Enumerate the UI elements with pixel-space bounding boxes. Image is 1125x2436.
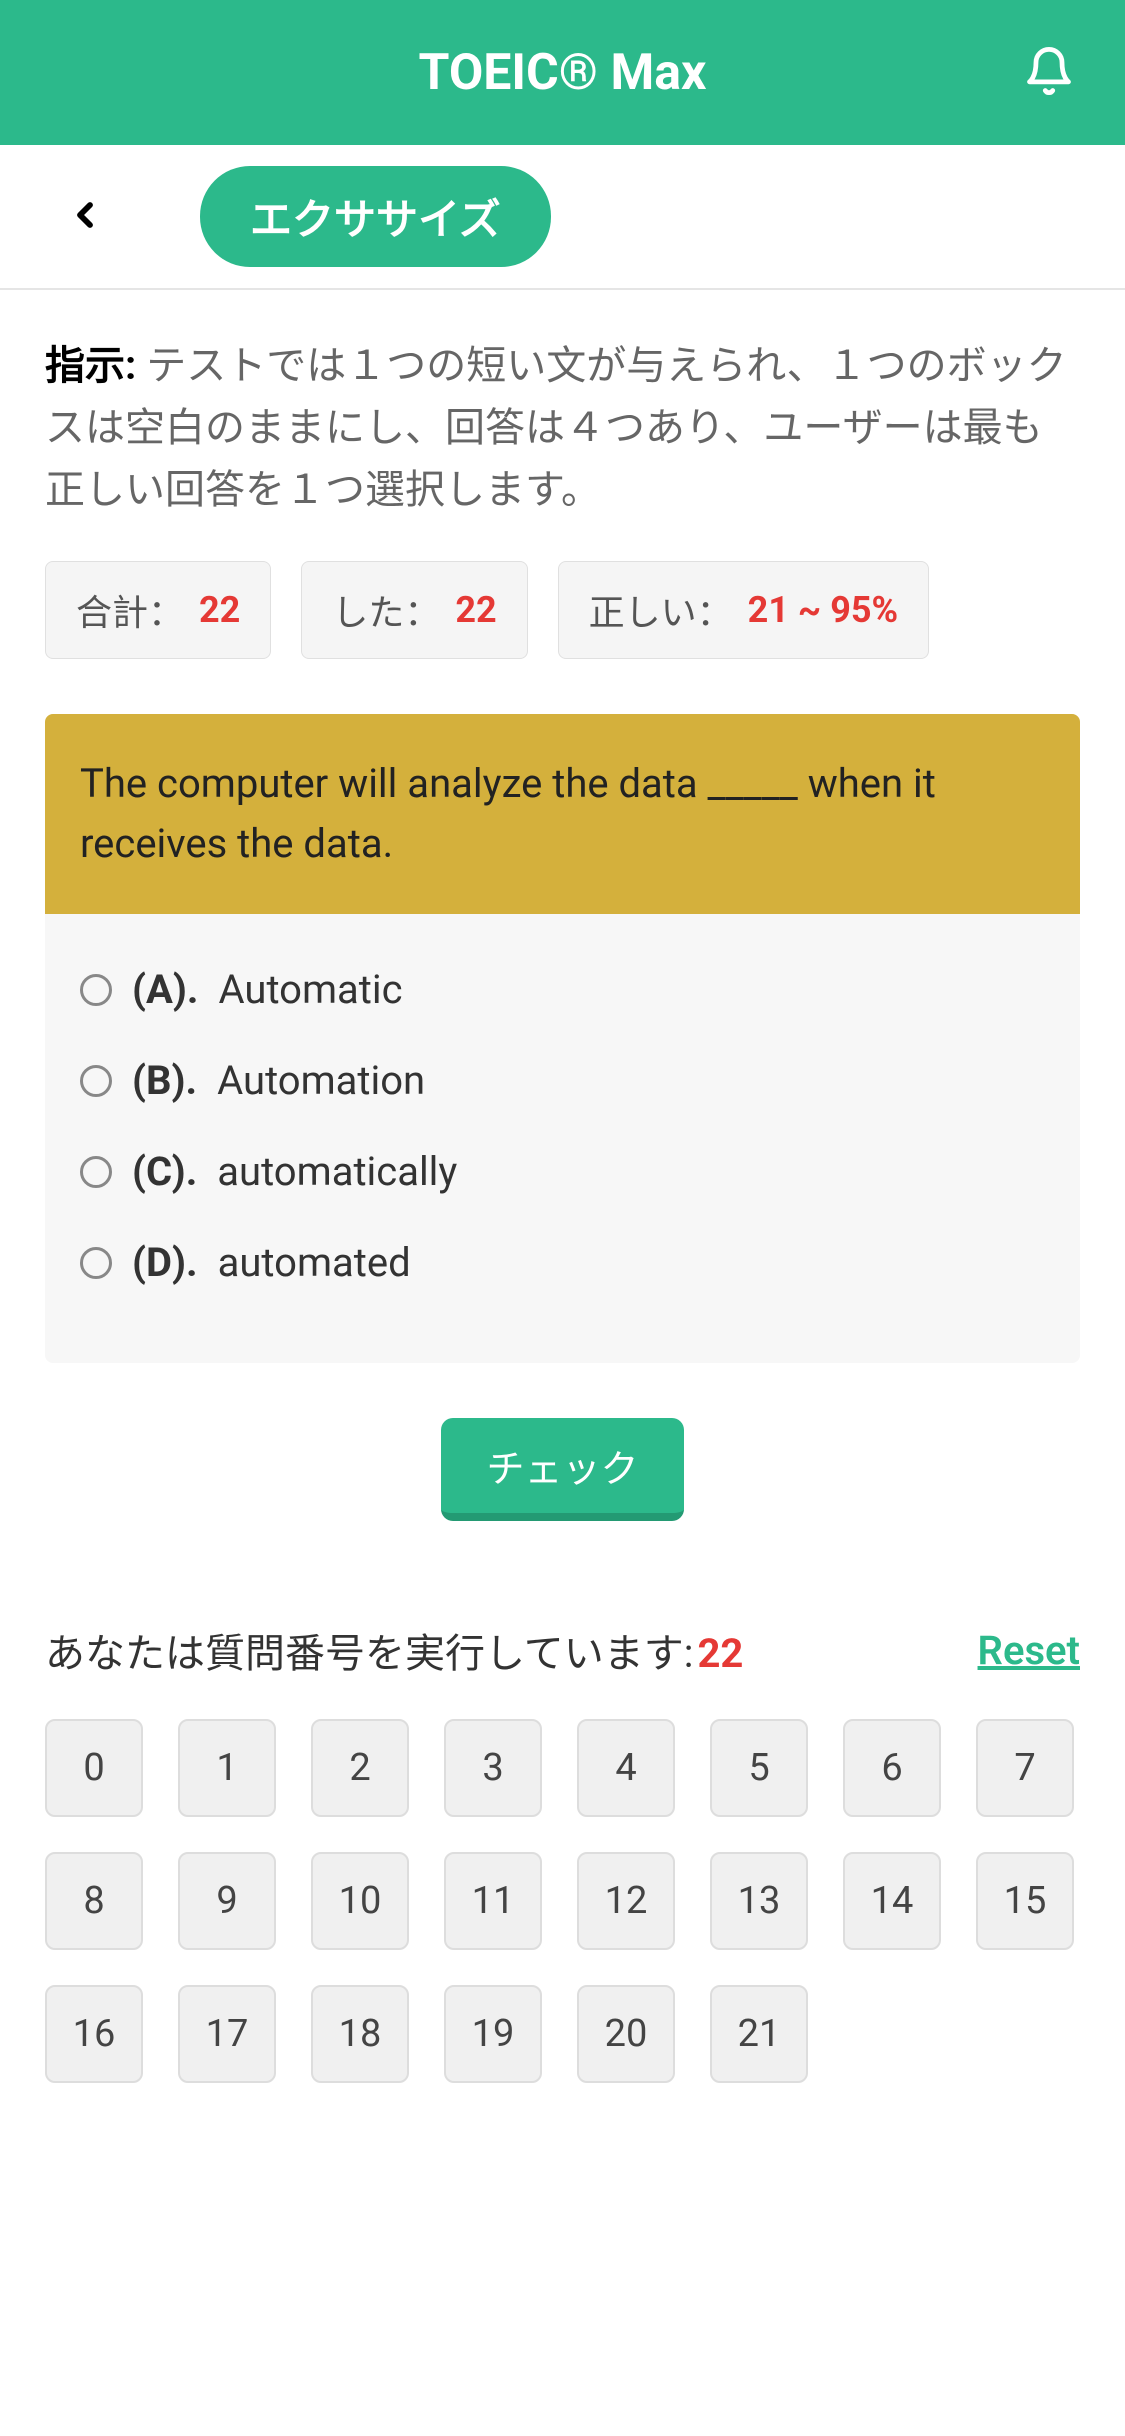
question-number-button[interactable]: 11 <box>444 1852 542 1950</box>
stats-row: 合計： 22 した： 22 正しい： 21 ~ 95% <box>45 561 1080 659</box>
stat-total: 合計： 22 <box>45 561 271 659</box>
stat-done-value: 22 <box>455 589 496 631</box>
option-text: automatically <box>217 1148 457 1195</box>
question-number-button[interactable]: 8 <box>45 1852 143 1950</box>
question-number-button[interactable]: 18 <box>311 1985 409 2083</box>
option-text: automated <box>218 1239 411 1286</box>
question-number-button[interactable]: 17 <box>178 1985 276 2083</box>
question-number-button[interactable]: 0 <box>45 1719 143 1817</box>
option-letter: (A). <box>132 966 199 1013</box>
radio-icon <box>80 1247 112 1279</box>
stat-correct-value: 21 ~ 95% <box>748 589 898 631</box>
reset-link[interactable]: Reset <box>978 1627 1080 1674</box>
question-number-button[interactable]: 10 <box>311 1852 409 1950</box>
question-number-button[interactable]: 15 <box>976 1852 1074 1950</box>
notification-bell-icon[interactable] <box>1023 42 1075 104</box>
question-nav-label: あなたは質問番号を実行しています: <box>45 1630 694 1677</box>
question-number-button[interactable]: 3 <box>444 1719 542 1817</box>
option-b[interactable]: (B). Automation <box>80 1035 1045 1126</box>
question-number-button[interactable]: 1 <box>178 1719 276 1817</box>
question-number-button[interactable]: 13 <box>710 1852 808 1950</box>
stat-total-value: 22 <box>199 589 240 631</box>
question-number-button[interactable]: 7 <box>976 1719 1074 1817</box>
instructions-text: テストでは１つの短い文が与えられ、１つのボックスは空白のままにし、回答は４つあり… <box>45 342 1067 513</box>
question-number-button[interactable]: 4 <box>577 1719 675 1817</box>
question-card: The computer will analyze the data _____… <box>45 714 1080 1363</box>
stat-total-label: 合計： <box>76 584 184 636</box>
question-number-button[interactable]: 16 <box>45 1985 143 2083</box>
option-letter: (C). <box>132 1148 197 1195</box>
question-number-button[interactable]: 20 <box>577 1985 675 2083</box>
option-text: Automation <box>217 1057 425 1104</box>
radio-icon <box>80 1065 112 1097</box>
question-number-button[interactable]: 19 <box>444 1985 542 2083</box>
app-header: TOEIC® Max <box>0 0 1125 145</box>
sub-header: エクササイズ <box>0 145 1125 290</box>
option-a[interactable]: (A). Automatic <box>80 944 1045 1035</box>
question-number-button[interactable]: 21 <box>710 1985 808 2083</box>
exercise-button[interactable]: エクササイズ <box>200 166 551 267</box>
stat-correct: 正しい： 21 ~ 95% <box>558 561 929 659</box>
option-letter: (D). <box>132 1239 198 1286</box>
options-list: (A). Automatic (B). Automation (C). auto… <box>45 914 1080 1363</box>
question-number-button[interactable]: 6 <box>843 1719 941 1817</box>
number-grid: 0123456789101112131415161718192021 <box>45 1719 1080 2083</box>
question-nav-label-wrap: あなたは質問番号を実行しています: 22 <box>45 1621 743 1679</box>
check-button[interactable]: チェック <box>441 1418 683 1521</box>
stat-done: した： 22 <box>301 561 527 659</box>
radio-icon <box>80 974 112 1006</box>
option-text: Automatic <box>219 966 403 1013</box>
main-content: 指示: テストでは１つの短い文が与えられ、１つのボックスは空白のままにし、回答は… <box>0 290 1125 2128</box>
check-button-wrap: チェック <box>45 1418 1080 1521</box>
stat-correct-label: 正しい： <box>589 584 733 636</box>
instructions-label: 指示: <box>45 342 136 389</box>
radio-icon <box>80 1156 112 1188</box>
question-nav-header: あなたは質問番号を実行しています: 22 Reset <box>45 1621 1080 1679</box>
question-prompt: The computer will analyze the data _____… <box>45 714 1080 914</box>
option-c[interactable]: (C). automatically <box>80 1126 1045 1217</box>
question-number-button[interactable]: 5 <box>710 1719 808 1817</box>
option-letter: (B). <box>132 1057 197 1104</box>
question-number-button[interactable]: 2 <box>311 1719 409 1817</box>
app-title: TOEIC® Max <box>419 44 707 102</box>
question-number-button[interactable]: 9 <box>178 1852 276 1950</box>
question-number-button[interactable]: 12 <box>577 1852 675 1950</box>
stat-done-label: した： <box>332 584 440 636</box>
question-nav-current: 22 <box>697 1630 743 1677</box>
instructions: 指示: テストでは１つの短い文が与えられ、１つのボックスは空白のままにし、回答は… <box>45 335 1080 521</box>
question-number-button[interactable]: 14 <box>843 1852 941 1950</box>
back-icon[interactable] <box>65 185 105 249</box>
option-d[interactable]: (D). automated <box>80 1217 1045 1308</box>
